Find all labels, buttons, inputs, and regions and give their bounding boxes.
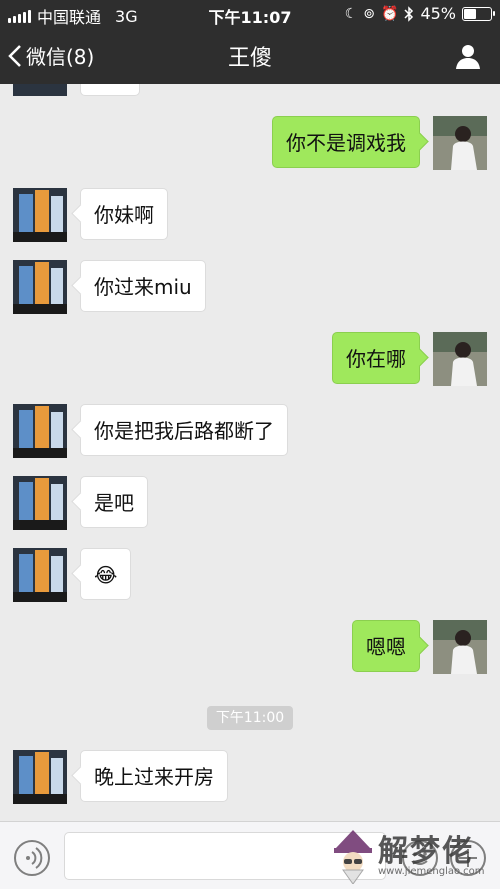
avatar[interactable]: [433, 116, 487, 170]
message-bubble[interactable]: 你不是调戏我: [272, 116, 420, 168]
avatar[interactable]: [13, 260, 67, 314]
message-bubble[interactable]: 嗯嗯: [352, 620, 420, 672]
emoji-message-bubble[interactable]: 😂: [80, 548, 132, 600]
battery-percent: 45%: [420, 4, 456, 23]
message-bubble[interactable]: 你妹啊: [80, 188, 168, 240]
chat-timestamp: 下午11:00: [207, 706, 293, 730]
message-bubble[interactable]: 你过来miu: [80, 260, 206, 312]
rotation-lock-icon: ⊚: [363, 5, 375, 22]
more-button[interactable]: [450, 840, 486, 876]
chat-title: 王傻: [227, 46, 272, 71]
message-bubble[interactable]: 你是把我后路都断了: [80, 404, 288, 456]
profile-button[interactable]: [454, 42, 482, 74]
avatar[interactable]: [13, 188, 67, 242]
person-icon: [456, 45, 480, 69]
voice-icon: [26, 847, 43, 869]
chat-area[interactable]: 你不是调戏我 你妹啊 你过来miu 你在哪 你是把我后路都断了 是吧 😂 嗯嗯 …: [0, 84, 500, 821]
message-bubble[interactable]: [80, 84, 140, 96]
nav-bar: 微信(8) 王傻: [0, 28, 500, 84]
smiley-icon: [412, 852, 428, 865]
message-bubble[interactable]: 晚上过来开房: [80, 750, 228, 802]
battery-icon: [462, 6, 495, 21]
avatar[interactable]: [433, 620, 487, 674]
avatar[interactable]: [433, 332, 487, 386]
avatar[interactable]: [13, 404, 67, 458]
message-bubble[interactable]: 是吧: [80, 476, 148, 528]
moon-icon: ☾: [344, 5, 358, 22]
avatar[interactable]: [13, 750, 67, 804]
input-bar: 解梦佬 www.jiemenglao.com: [0, 821, 500, 889]
avatar[interactable]: [13, 476, 67, 530]
alarm-icon: ⏰: [381, 5, 399, 22]
message-input[interactable]: [64, 832, 386, 880]
bluetooth-icon: [404, 5, 414, 22]
battery-fill: [464, 8, 476, 19]
status-right: ☾ ⊚ ⏰ 45%: [344, 4, 495, 23]
message-bubble[interactable]: 你在哪: [332, 332, 420, 384]
avatar[interactable]: [13, 548, 67, 602]
plus-icon: [459, 849, 477, 867]
status-bar: 中国联通 3G 下午11:07 ☾ ⊚ ⏰ 45%: [0, 0, 500, 28]
voice-button[interactable]: [14, 840, 50, 876]
emoji-button[interactable]: [402, 840, 438, 876]
avatar[interactable]: [13, 84, 67, 96]
